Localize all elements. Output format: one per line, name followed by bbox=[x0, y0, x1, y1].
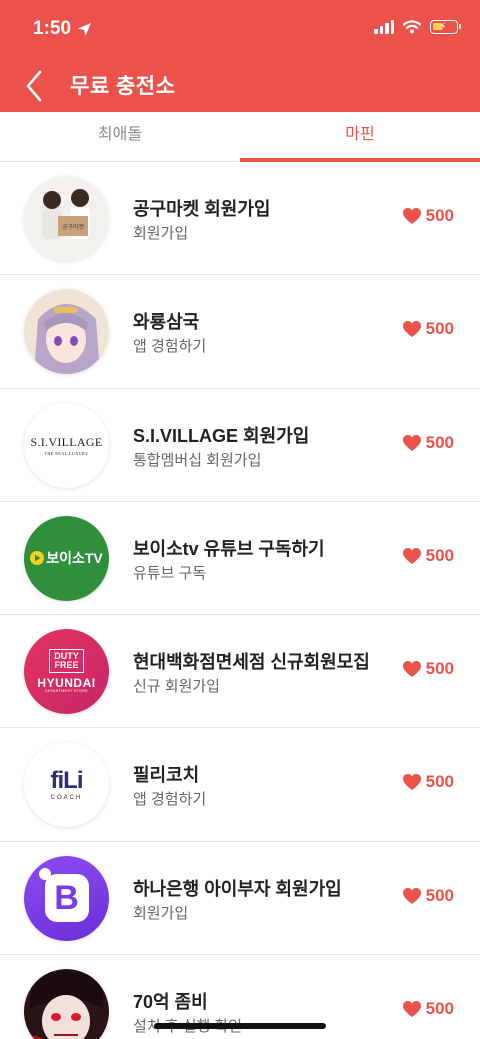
item-subtitle: 회원가입 bbox=[133, 225, 189, 242]
reward-amount: 500 bbox=[425, 999, 454, 1019]
offer-list: 공구마켓 공구마켓 회원가입 회원가입 500 와룡삼국 앱 경험하기 500 … bbox=[0, 162, 480, 1039]
reward-amount: 500 bbox=[425, 432, 454, 452]
logo-text: S.I.VILLAGE bbox=[30, 434, 103, 449]
item-title: 와룡삼국 bbox=[133, 312, 200, 333]
fili-coach-logo: fiLi COACH bbox=[24, 742, 109, 828]
reward-amount: 500 bbox=[425, 885, 454, 905]
status-time: 1:50 bbox=[33, 18, 92, 40]
item-subtitle: 유튜브 구독 bbox=[133, 564, 207, 582]
tab-mapin[interactable]: 마핀 bbox=[240, 112, 480, 162]
heart-icon bbox=[402, 434, 421, 451]
reward-badge: 500 bbox=[402, 886, 454, 906]
reward-amount: 500 bbox=[425, 659, 454, 679]
app-header: 1:50 ⚡ 무료 충전소 bbox=[0, 0, 480, 112]
list-item[interactable]: 보이소TV 보이소tv 유튜브 구독하기 유튜브 구독 500 bbox=[0, 502, 480, 616]
item-subtitle: 회원가입 bbox=[133, 904, 189, 922]
item-title: 공구마켓 회원가입 bbox=[133, 199, 271, 219]
list-item[interactable]: S.I.VILLAGE THE REAL LUXURY S.I.VILLAGE … bbox=[0, 389, 480, 502]
zombie-character-logo bbox=[24, 969, 109, 1039]
item-subtitle: 앱 경험하기 bbox=[133, 791, 207, 809]
hyundai-duty-free-logo: DUTY FREE HYUNDAI DEPARTMENT STORE bbox=[24, 629, 109, 715]
reward-amount: 500 bbox=[425, 545, 454, 565]
svg-text:공구마켓: 공구마켓 bbox=[62, 223, 85, 231]
heart-icon bbox=[402, 321, 421, 338]
reward-badge: 500 bbox=[402, 319, 454, 339]
reward-amount: 500 bbox=[425, 319, 454, 339]
anime-character-logo bbox=[24, 289, 109, 375]
tab-bar: 최애돌 마핀 bbox=[0, 112, 480, 162]
home-indicator[interactable] bbox=[154, 1023, 326, 1029]
item-title: 하나은행 아이부자 회원가입 bbox=[133, 878, 342, 899]
logo-text-department: DEPARTMENT STORE bbox=[44, 689, 89, 694]
gongu-market-logo: 공구마켓 bbox=[24, 176, 109, 261]
wifi-icon bbox=[403, 20, 421, 34]
reward-amount: 500 bbox=[425, 772, 454, 792]
tab-choaedol[interactable]: 최애돌 bbox=[0, 112, 240, 161]
page-title: 무료 충전소 bbox=[70, 75, 176, 98]
item-title: 필리코치 bbox=[133, 765, 200, 786]
item-title: 70억 좀비 bbox=[133, 992, 208, 1013]
logo-text-free: FREE bbox=[54, 660, 79, 671]
status-icons: ⚡ bbox=[374, 20, 461, 34]
logo-text: fiLi bbox=[50, 766, 84, 794]
si-village-logo: S.I.VILLAGE THE REAL LUXURY bbox=[24, 402, 109, 488]
back-button[interactable] bbox=[22, 68, 48, 104]
reward-badge: 500 bbox=[402, 659, 454, 679]
reward-badge: 500 bbox=[402, 433, 454, 453]
heart-icon bbox=[402, 661, 421, 678]
heart-icon bbox=[402, 887, 421, 904]
reward-badge: 500 bbox=[402, 772, 454, 792]
list-item[interactable]: B 하나은행 아이부자 회원가입 회원가입 500 bbox=[0, 842, 480, 956]
list-item[interactable]: 공구마켓 공구마켓 회원가입 회원가입 500 bbox=[0, 162, 480, 276]
reward-badge: 500 bbox=[402, 206, 454, 226]
logo-text: B bbox=[54, 879, 79, 918]
ibuja-logo: B bbox=[24, 855, 109, 941]
battery-icon: ⚡ bbox=[430, 20, 461, 34]
item-subtitle: 앱 경험하기 bbox=[133, 338, 207, 356]
item-title: 현대백화점면세점 신규회원모집 bbox=[133, 652, 370, 673]
clock-text: 1:50 bbox=[33, 18, 72, 39]
list-item[interactable]: DUTY FREE HYUNDAI DEPARTMENT STORE 현대백화점… bbox=[0, 615, 480, 729]
heart-icon bbox=[402, 547, 421, 564]
heart-icon bbox=[402, 1001, 421, 1018]
charging-bolt-icon: ⚡ bbox=[439, 21, 447, 33]
logo-subtext: COACH bbox=[50, 794, 83, 801]
item-subtitle: 신규 회원가입 bbox=[133, 678, 220, 696]
logo-subtext: THE REAL LUXURY bbox=[44, 450, 89, 456]
list-item[interactable]: 와룡삼국 앱 경험하기 500 bbox=[0, 275, 480, 389]
boiso-tv-logo: 보이소TV bbox=[24, 515, 109, 601]
reward-badge: 500 bbox=[402, 999, 454, 1019]
location-arrow-icon bbox=[78, 22, 92, 36]
list-item[interactable]: fiLi COACH 필리코치 앱 경험하기 500 bbox=[0, 728, 480, 842]
item-title: 보이소tv 유튜브 구독하기 bbox=[133, 538, 325, 559]
reward-amount: 500 bbox=[425, 206, 454, 225]
heart-icon bbox=[402, 208, 421, 224]
cellular-signal-icon bbox=[374, 20, 394, 34]
logo-text: 보이소TV bbox=[46, 550, 103, 567]
chevron-left-icon bbox=[26, 70, 42, 102]
logo-text-hyundai: HYUNDAI bbox=[37, 676, 96, 691]
heart-icon bbox=[402, 774, 421, 791]
reward-badge: 500 bbox=[402, 546, 454, 566]
item-title: S.I.VILLAGE 회원가입 bbox=[133, 425, 310, 446]
item-subtitle: 통합멤버십 회원가입 bbox=[133, 451, 262, 469]
play-icon bbox=[30, 551, 45, 566]
